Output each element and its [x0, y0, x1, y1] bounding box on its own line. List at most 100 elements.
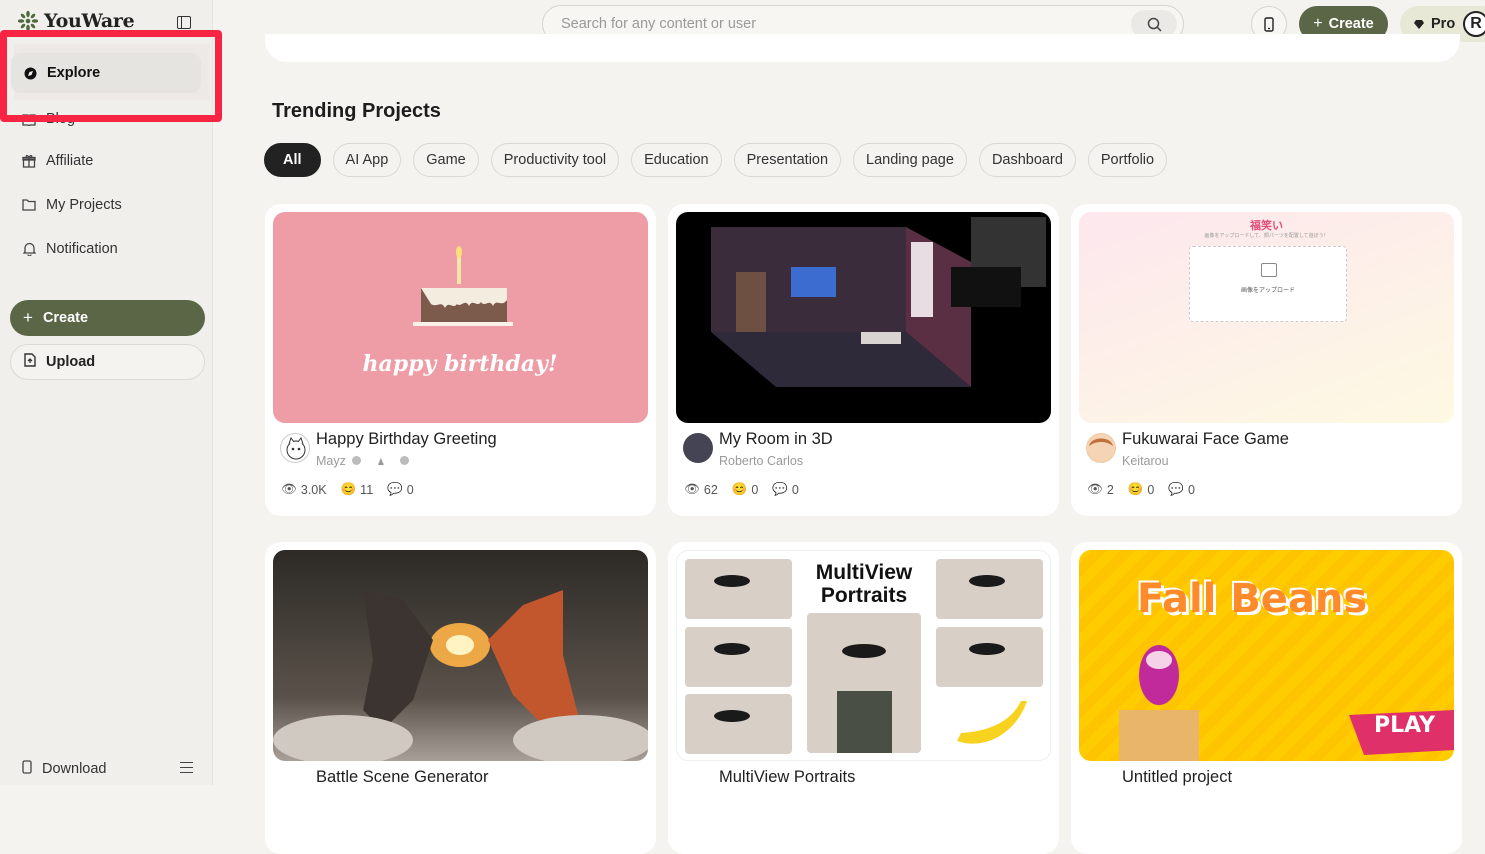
emoji-reaction-icon[interactable]: 😊 [341, 482, 357, 497]
upload-dropzone: 画像をアップロード [1189, 246, 1347, 322]
emoji-reaction-icon[interactable]: 😊 [1128, 482, 1144, 497]
emoji-reaction-icon[interactable]: 😊 [732, 482, 748, 497]
sidebar-item-label: Blog [46, 111, 76, 127]
logo[interactable]: YouWare [16, 10, 135, 32]
project-author[interactable]: Keitarou [1122, 454, 1169, 468]
sidebar-item-notification[interactable]: Notification [10, 229, 204, 269]
filter-chip-productivity-tool[interactable]: Productivity tool [490, 143, 620, 177]
folder-icon [22, 198, 36, 212]
comment-icon[interactable]: 💬 [1168, 482, 1184, 497]
comment-icon[interactable]: 💬 [772, 482, 788, 497]
project-stats: 👁 3.0K 😊 11 💬 0 [281, 482, 414, 497]
project-author[interactable]: Roberto Carlos [719, 454, 803, 468]
reactions-count: 0 [1147, 482, 1155, 497]
pro-label: Pro [1431, 16, 1456, 32]
comments-count: 0 [406, 482, 414, 497]
sidebar-item-label: Affiliate [46, 153, 94, 169]
views-count: 62 [703, 482, 718, 497]
sidebar-item-blog[interactable]: Blog [10, 99, 204, 139]
filter-chip-all[interactable]: All [264, 143, 321, 177]
image-icon [1261, 263, 1277, 277]
author-name: Mayz [316, 454, 346, 468]
project-title[interactable]: Battle Scene Generator [316, 768, 488, 787]
bell-icon [22, 242, 36, 256]
eye-icon: 👁 [684, 482, 700, 496]
comments-count: 0 [791, 482, 799, 497]
reactions-count: 11 [360, 482, 374, 497]
search-input[interactable] [559, 15, 1103, 33]
project-stats: 👁 62 😊 0 💬 0 [684, 482, 799, 497]
badge-icon [400, 456, 410, 465]
views-count: 2 [1106, 482, 1114, 497]
author-avatar[interactable] [280, 433, 310, 463]
project-thumbnail[interactable]: happy birthday! [273, 212, 648, 423]
sidebar-item-affiliate[interactable]: Affiliate [10, 141, 204, 181]
3d-room-image [711, 217, 1046, 387]
eye-icon: 👁 [1087, 482, 1103, 496]
plus-icon: + [1313, 15, 1323, 32]
project-title[interactable]: Untitled project [1122, 768, 1232, 787]
avatar-letter: R [1470, 15, 1482, 32]
author-avatar[interactable] [1086, 433, 1116, 463]
project-thumbnail[interactable] [676, 212, 1051, 423]
filter-chip-dashboard[interactable]: Dashboard [978, 143, 1076, 177]
project-thumbnail[interactable]: Fall Beans PLAY [1079, 550, 1454, 761]
download-link[interactable]: Download [22, 760, 107, 778]
upload-label: 画像をアップロード [1240, 288, 1295, 294]
youware-logo-icon [17, 10, 39, 32]
sidebar-item-explore[interactable]: Explore [11, 53, 201, 93]
gift-icon [22, 154, 36, 168]
filter-chip-portfolio[interactable]: Portfolio [1087, 143, 1168, 177]
book-icon [22, 112, 36, 126]
filter-chips: All AI App Game Productivity tool Educat… [264, 143, 1168, 177]
compass-icon [23, 66, 37, 80]
comment-icon[interactable]: 💬 [387, 482, 403, 497]
project-card[interactable]: Battle Scene Generator [265, 542, 656, 854]
create-label: Create [1328, 16, 1374, 32]
sidebar-create-button[interactable]: + Create [10, 300, 205, 336]
sidebar-toggle-icon[interactable] [177, 16, 191, 29]
sidebar-item-label: Notification [46, 241, 118, 257]
face-avatar-icon [1087, 434, 1115, 462]
filter-chip-landing-page[interactable]: Landing page [853, 143, 967, 177]
project-thumbnail[interactable] [273, 550, 648, 761]
user-avatar[interactable]: R [1463, 11, 1485, 37]
filter-chip-education[interactable]: Education [631, 143, 722, 177]
phone-icon [1264, 16, 1274, 32]
filter-chip-game[interactable]: Game [413, 143, 479, 177]
upload-label: Upload [46, 354, 96, 370]
project-stats: 👁 2 😊 0 💬 0 [1087, 482, 1195, 497]
project-card[interactable]: 福笑い 画像をアップロードして、顔パーツを配置して遊ぼう！ 画像をアップロード … [1071, 204, 1462, 516]
badge-icon [352, 456, 362, 465]
menu-icon[interactable] [180, 762, 193, 773]
sidebar-upload-button[interactable]: Upload [10, 344, 205, 380]
project-title[interactable]: MultiView Portraits [719, 768, 855, 787]
download-label: Download [42, 761, 107, 777]
filter-chip-presentation[interactable]: Presentation [733, 143, 842, 177]
diamond-icon [1414, 19, 1424, 29]
thumbnail-heading: 福笑い [1250, 220, 1283, 232]
project-title[interactable]: Happy Birthday Greeting [316, 430, 497, 449]
project-card[interactable]: happy birthday! Happy Birthday Greeting … [265, 204, 656, 516]
comments-count: 0 [1187, 482, 1195, 497]
author-avatar[interactable] [683, 433, 713, 463]
project-card[interactable]: My Room in 3D Roberto Carlos 👁 62 😊 0 💬 0 [668, 204, 1059, 516]
project-thumbnail[interactable]: 福笑い 画像をアップロードして、顔パーツを配置して遊ぼう！ 画像をアップロード [1079, 212, 1454, 423]
project-author[interactable]: Mayz ♟ [316, 454, 410, 468]
sidebar-item-my-projects[interactable]: My Projects [10, 185, 204, 225]
plus-icon: + [23, 308, 33, 327]
birthday-cake-image: happy birthday! [362, 246, 558, 377]
project-card[interactable]: MultiView Portraits MultiView Portraits [668, 542, 1059, 854]
sidebar-item-label: Explore [47, 65, 101, 81]
project-title[interactable]: Fukuwarai Face Game [1122, 430, 1289, 449]
project-title[interactable]: My Room in 3D [719, 430, 833, 449]
section-title: Trending Projects [272, 100, 441, 122]
create-label: Create [42, 310, 89, 326]
project-card[interactable]: Fall Beans PLAY Untitled project [1071, 542, 1462, 854]
upload-file-icon [24, 353, 36, 371]
battle-scene-image [273, 590, 648, 761]
filter-chip-ai-app[interactable]: AI App [332, 143, 402, 177]
project-thumbnail[interactable]: MultiView Portraits [676, 550, 1051, 761]
cat-avatar-icon [286, 436, 306, 460]
eye-icon: 👁 [281, 482, 297, 496]
